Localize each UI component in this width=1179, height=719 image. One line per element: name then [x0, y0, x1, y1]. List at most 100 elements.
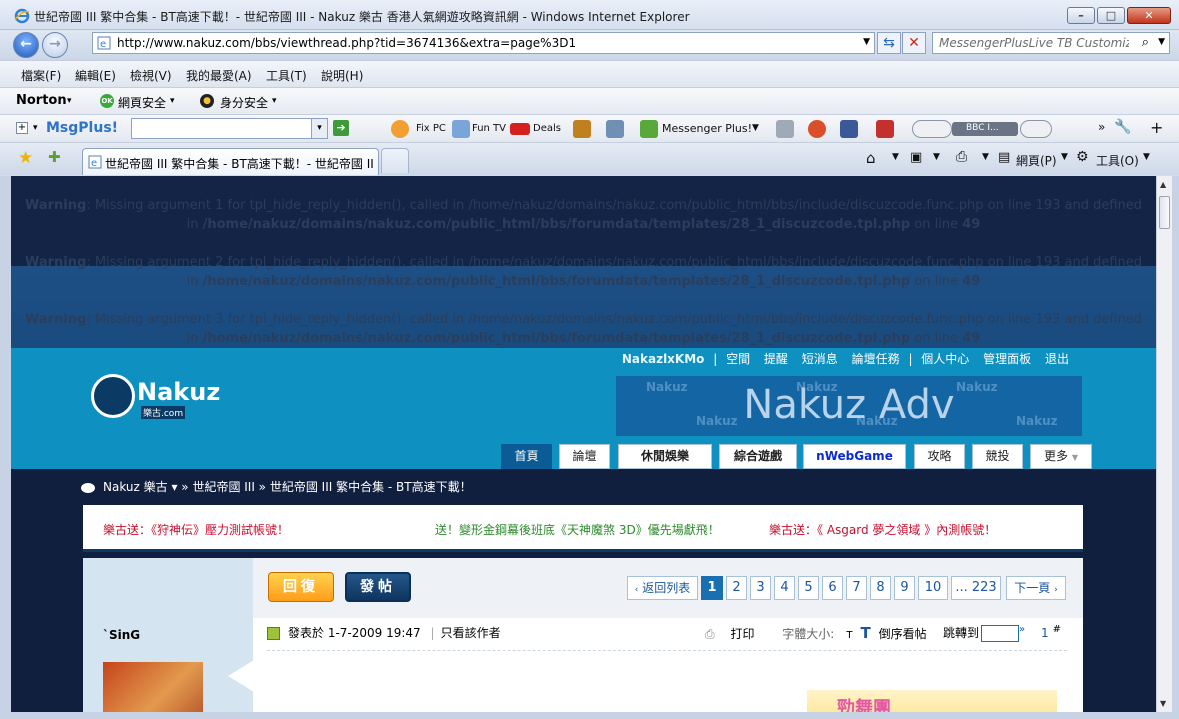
scroll-down-icon[interactable]: ▼ [1160, 699, 1166, 708]
feeds-icon[interactable]: ▣ [910, 150, 922, 165]
print-icon[interactable]: ⎙ [956, 149, 967, 165]
post-ad-image[interactable]: 勁舞團 [807, 690, 1057, 712]
page-8[interactable]: 8 [870, 576, 891, 600]
address-field[interactable]: e http://www.nakuz.com/bbs/viewthread.ph… [92, 32, 875, 54]
chevron-down-icon[interactable]: ▾ [33, 123, 38, 133]
nav-leisure[interactable]: 休閒娛樂 [618, 444, 712, 469]
msgplus-search-input[interactable]: ▾ [131, 118, 328, 139]
chevron-down-icon[interactable]: ▼ [752, 123, 759, 133]
site-logo[interactable]: Nakuz 樂古.com [91, 372, 231, 420]
plus-icon[interactable]: + [1150, 118, 1163, 137]
chevron-down-icon[interactable]: ▾ [170, 96, 175, 106]
jump-go-icon[interactable]: » [1019, 624, 1025, 635]
link-admin-panel[interactable]: 管理面板 [983, 352, 1031, 366]
deals-tag-icon[interactable] [510, 123, 530, 135]
fix-pc-button[interactable]: Fix PC [416, 123, 446, 134]
author-name[interactable]: `SinG [103, 628, 140, 642]
chevron-down-icon[interactable]: ▼ [933, 152, 940, 162]
page-menu[interactable]: 網頁(P) [1016, 152, 1057, 169]
favorites-star-icon[interactable]: ★ [18, 148, 33, 168]
notice-link-1[interactable]: 樂古送：《狩神伝》壓力測試帳號！ [103, 521, 289, 538]
page-last[interactable]: ... 223 [951, 576, 1001, 600]
app-icon[interactable] [573, 120, 591, 138]
radio-station-select[interactable]: BBC I... [952, 122, 1018, 136]
chevron-down-icon[interactable]: ▾ [272, 96, 277, 106]
more-chevron-icon[interactable]: » [1098, 120, 1105, 134]
menu-file[interactable]: 檔案(F) [21, 67, 61, 84]
nav-guides[interactable]: 攻略 [914, 444, 965, 469]
volume-icon[interactable] [1020, 120, 1052, 138]
wrench-icon[interactable]: 🔧 [1114, 119, 1131, 135]
close-button[interactable]: ✕ [1127, 7, 1171, 24]
fix-pc-icon[interactable] [391, 120, 409, 138]
menu-view[interactable]: 檢視(V) [130, 67, 172, 84]
minimize-button[interactable]: – [1067, 7, 1095, 24]
facebook-icon[interactable] [840, 120, 858, 138]
page-4[interactable]: 4 [774, 576, 795, 600]
new-post-button[interactable]: 發帖 [345, 572, 411, 602]
menu-help[interactable]: 說明(H) [321, 67, 363, 84]
print-link[interactable]: ⎙ 打印 [705, 627, 766, 641]
page-9[interactable]: 9 [894, 576, 915, 600]
next-page-button[interactable]: 下一頁 › [1006, 576, 1066, 600]
nav-games[interactable]: 綜合遊戲 [719, 444, 797, 469]
menu-tools[interactable]: 工具(T) [266, 67, 307, 84]
media-controls-icon[interactable] [912, 120, 952, 138]
chevron-down-icon[interactable]: ▼ [1143, 152, 1150, 162]
link-reminders[interactable]: 提醒 [764, 352, 788, 366]
back-to-list-button[interactable]: ‹ 返回列表 [627, 576, 698, 600]
chevron-down-icon[interactable]: ▾ [67, 96, 72, 106]
new-tab-button[interactable] [381, 148, 409, 173]
floor-number[interactable]: 1 [1041, 626, 1049, 640]
go-arrow-icon[interactable]: ➔ [333, 120, 349, 136]
notice-link-2[interactable]: 送！變形金鋼幕後班底《天神魔煞 3D》優先場獻飛！ [435, 521, 720, 538]
identity-safety-button[interactable]: 身分安全 [220, 94, 268, 111]
font-large-button[interactable]: T [860, 624, 870, 642]
ad-banner[interactable]: Nakuz Nakuz Nakuz Nakuz Nakuz Nakuz Naku… [616, 376, 1082, 436]
nav-more[interactable]: 更多 ▼ [1030, 444, 1092, 469]
username-link[interactable]: NakazlxKMo [622, 352, 705, 366]
fun-tv-button[interactable]: Fun TV [472, 123, 506, 134]
stop-button[interactable]: ✕ [902, 32, 926, 54]
reply-button[interactable]: 回復 [268, 572, 334, 602]
link-space[interactable]: 空間 [726, 352, 750, 366]
toolbar-options-icon[interactable]: + [16, 122, 28, 134]
avatar[interactable] [103, 662, 203, 712]
link-tasks[interactable]: 論壇任務 [852, 352, 900, 366]
nav-forum[interactable]: 論壇 [559, 444, 610, 469]
search-dropdown-icon[interactable]: ▼ [1158, 37, 1165, 47]
chevron-down-icon[interactable]: ▼ [892, 152, 899, 162]
msgplus-brand[interactable]: MsgPlus! [46, 120, 118, 136]
nav-home[interactable]: 首頁 [501, 444, 552, 469]
url-dropdown-icon[interactable]: ▼ [863, 37, 870, 47]
link-user-center[interactable]: 個人中心 [921, 352, 969, 366]
link-logout[interactable]: 退出 [1045, 352, 1069, 366]
chevron-down-icon[interactable]: ▼ [982, 152, 989, 162]
messenger-plus-button[interactable]: Messenger Plus! [662, 122, 752, 135]
add-favorites-icon[interactable]: ✚ [48, 148, 61, 166]
norton-brand[interactable]: Norton [16, 93, 67, 108]
page-1[interactable]: 1 [701, 576, 723, 600]
maximize-button[interactable]: □ [1097, 7, 1125, 24]
reverse-order-link[interactable]: 倒序看帖 [879, 627, 927, 641]
messenger-icon[interactable] [640, 120, 658, 138]
home-icon[interactable]: ⌂ [866, 149, 876, 167]
tab-current[interactable]: e 世紀帝國 III 繁中合集 - BT高速下載！- 世紀帝國 II... [82, 148, 379, 175]
search-icon[interactable]: ⌕ [1142, 35, 1149, 50]
nav-nwebgame[interactable]: nWebGame [803, 444, 906, 469]
page-3[interactable]: 3 [750, 576, 771, 600]
page-7[interactable]: 7 [846, 576, 867, 600]
back-button[interactable]: ← [13, 32, 39, 58]
web-safety-button[interactable]: 網頁安全 [118, 94, 166, 111]
avatar-icon[interactable] [808, 120, 826, 138]
page-6[interactable]: 6 [822, 576, 843, 600]
tv-icon[interactable] [452, 120, 470, 138]
vertical-scrollbar[interactable]: ▲ ▼ [1156, 176, 1172, 712]
chevron-down-icon[interactable]: ▼ [1061, 152, 1068, 162]
chevron-down-icon[interactable]: ▾ [311, 119, 327, 138]
search-field[interactable]: MessengerPlusLive TB Customized ⌕ ▼ [932, 32, 1170, 54]
only-author-link[interactable]: 只看該作者 [441, 626, 501, 640]
game-icon[interactable] [776, 120, 794, 138]
tools-menu[interactable]: 工具(O) [1096, 152, 1139, 169]
breadcrumb-text[interactable]: Nakuz 樂古 ▾ » 世紀帝國 III » 世紀帝國 III 繁中合集 - … [103, 480, 472, 494]
